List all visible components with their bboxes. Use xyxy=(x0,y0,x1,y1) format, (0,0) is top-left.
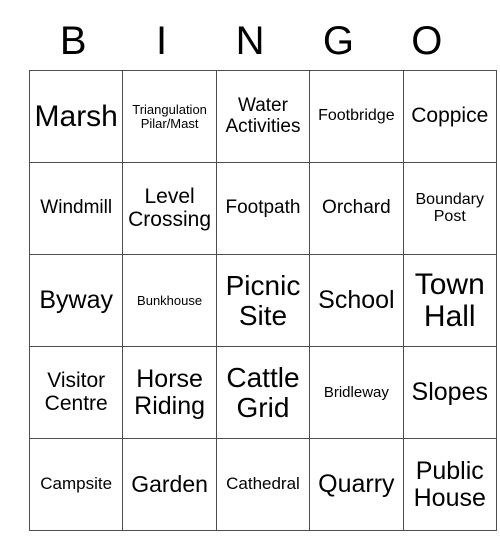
bingo-cell[interactable]: Visitor Centre xyxy=(28,346,124,439)
bingo-cell[interactable]: Horse Riding xyxy=(122,346,217,439)
bingo-cell-label: Picnic Site xyxy=(225,269,301,331)
bingo-cell-label: School xyxy=(318,286,395,315)
bingo-cell[interactable]: Orchard xyxy=(309,162,404,255)
bingo-row: Visitor Centre Horse Riding Cattle Grid … xyxy=(28,346,497,439)
bingo-cell-label: Bridleway xyxy=(323,383,389,401)
bingo-row: Byway Bunkhouse Picnic Site School Town … xyxy=(28,254,497,347)
bingo-cell[interactable]: Picnic Site xyxy=(215,254,311,347)
bingo-cell[interactable]: Bridleway xyxy=(309,346,404,439)
bingo-cell-label: Orchard xyxy=(322,197,391,219)
bingo-cell-label: Horse Riding xyxy=(134,365,206,420)
bingo-cell[interactable]: Quarry xyxy=(309,438,404,531)
bingo-cell[interactable]: Garden xyxy=(122,438,217,531)
bingo-cell-label: Slopes xyxy=(411,378,488,407)
bingo-cell[interactable]: Water Activities xyxy=(215,70,311,163)
bingo-cell[interactable]: Slopes xyxy=(402,346,497,439)
bingo-cell[interactable]: Footpath xyxy=(215,162,311,255)
bingo-cell-label: Visitor Centre xyxy=(44,369,108,415)
bingo-cell[interactable]: Marsh xyxy=(28,70,124,163)
bingo-cell-label: Coppice xyxy=(411,104,489,128)
bingo-card: B I N G O Marsh Triangulation Pilar/Mast… xyxy=(28,12,497,531)
bingo-row: Campsite Garden Cathedral Quarry Public … xyxy=(28,438,497,531)
bingo-header-row: B I N G O xyxy=(29,12,471,70)
bingo-header-letter-b: B xyxy=(59,19,87,63)
bingo-header-letter-g: G xyxy=(322,19,354,63)
bingo-header-letter-i: I xyxy=(156,19,168,63)
bingo-cell[interactable]: School xyxy=(309,254,404,347)
bingo-cell[interactable]: Windmill xyxy=(28,162,124,255)
bingo-cell-label: Level Crossing xyxy=(128,185,212,231)
bingo-cell[interactable]: Public House xyxy=(402,438,497,531)
bingo-cell[interactable]: Footbridge xyxy=(309,70,404,163)
bingo-cell-label: Cattle Grid xyxy=(226,361,300,423)
bingo-cell-label: Garden xyxy=(131,471,208,498)
bingo-cell[interactable]: Boundary Post xyxy=(402,162,497,255)
bingo-cell-label: Town Hall xyxy=(414,267,485,333)
bingo-cell-label: Windmill xyxy=(40,197,113,219)
bingo-cell-label: Water Activities xyxy=(225,95,301,137)
bingo-cell-label: Byway xyxy=(39,286,114,315)
bingo-cell-label: Footpath xyxy=(225,197,301,219)
bingo-row: Windmill Level Crossing Footpath Orchard… xyxy=(28,162,497,255)
bingo-cell[interactable]: Triangulation Pilar/Mast xyxy=(122,70,217,163)
bingo-cell[interactable]: Cattle Grid xyxy=(215,346,311,439)
bingo-row: Marsh Triangulation Pilar/Mast Water Act… xyxy=(28,70,497,163)
bingo-cell[interactable]: Level Crossing xyxy=(122,162,217,255)
bingo-header-letter-n: N xyxy=(235,19,265,63)
bingo-cell[interactable]: Cathedral xyxy=(215,438,311,531)
bingo-cell-label: Marsh xyxy=(34,99,118,133)
bingo-cell-label: Public House xyxy=(413,457,486,512)
bingo-cell-label: Bunkhouse xyxy=(137,292,203,308)
bingo-grid: Marsh Triangulation Pilar/Mast Water Act… xyxy=(28,70,497,531)
bingo-cell[interactable]: Byway xyxy=(28,254,124,347)
bingo-cell[interactable]: Bunkhouse xyxy=(122,254,217,347)
bingo-cell[interactable]: Town Hall xyxy=(402,254,497,347)
bingo-cell-label: Quarry xyxy=(318,470,395,499)
bingo-cell-label: Boundary Post xyxy=(415,190,485,225)
bingo-header-letter-o: O xyxy=(411,19,443,63)
bingo-cell-label: Footbridge xyxy=(318,107,395,125)
bingo-cell-label: Campsite xyxy=(40,474,113,494)
bingo-cell[interactable]: Coppice xyxy=(402,70,497,163)
bingo-cell-label: Triangulation Pilar/Mast xyxy=(132,101,207,131)
bingo-cell[interactable]: Campsite xyxy=(28,438,124,531)
bingo-cell-label: Cathedral xyxy=(226,474,300,494)
